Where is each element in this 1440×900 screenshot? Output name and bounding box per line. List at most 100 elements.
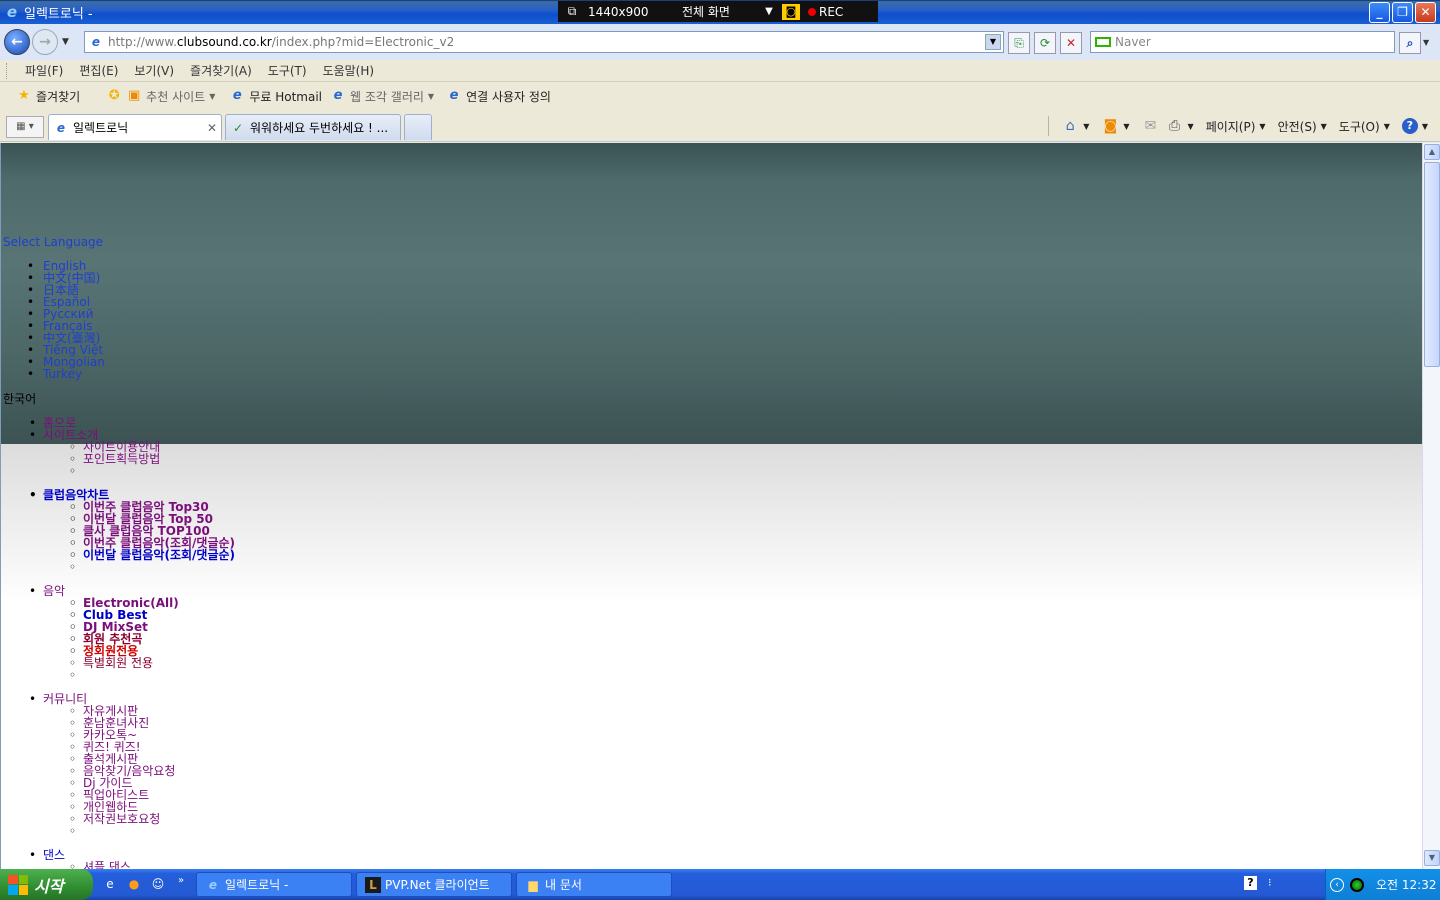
subnav-item[interactable]: 셔플 댄스 xyxy=(69,861,131,869)
compatibility-view-icon[interactable]: ⎘ xyxy=(1008,32,1030,54)
restore-window-icon[interactable]: ⧉ xyxy=(564,4,580,19)
restore-button[interactable]: ❐ xyxy=(1392,2,1413,23)
feeds-icon[interactable]: ◙ xyxy=(1101,117,1119,135)
page-icon: ✓ xyxy=(232,120,244,135)
folder-icon: ▆ xyxy=(528,877,538,892)
system-tray: ‹ 오전 12:32 xyxy=(1325,869,1440,900)
nav-item[interactable]: 커뮤니티 xyxy=(29,693,87,705)
search-options-icon[interactable]: ▼ xyxy=(1423,38,1429,47)
chevron-down-icon[interactable]: ▼ xyxy=(1384,122,1390,131)
fav-customize-links[interactable]: e 연결 사용자 정의 xyxy=(446,88,551,105)
fav-suggested-sites[interactable]: ▣ 추천 사이트 ▼ xyxy=(126,88,215,105)
close-tab-icon[interactable]: ✕ xyxy=(207,121,217,135)
help-icon[interactable]: ? xyxy=(1401,118,1418,134)
window-controls: _ ❐ ✕ xyxy=(1369,2,1436,23)
show-hidden-icons-icon[interactable]: ‹ xyxy=(1330,877,1344,892)
chevron-down-icon: ▼ xyxy=(427,91,435,101)
ie-page-icon: e xyxy=(333,88,343,103)
menu-tools[interactable]: 도구(T) xyxy=(268,62,307,79)
task-my-documents[interactable]: ▆ 내 문서 xyxy=(516,872,672,897)
address-dropdown-icon[interactable]: ▼ xyxy=(985,34,1001,50)
scroll-up-button[interactable]: ▲ xyxy=(1424,144,1440,160)
toolbar-grip[interactable] xyxy=(6,62,9,79)
history-dropdown-icon[interactable]: ▼ xyxy=(62,37,69,47)
add-star-icon: ✪ xyxy=(108,88,120,103)
close-button[interactable]: ✕ xyxy=(1415,2,1436,23)
record-button[interactable]: REC xyxy=(808,5,843,19)
scroll-thumb[interactable] xyxy=(1424,162,1440,367)
subnav-item[interactable]: 포인트획득방법 xyxy=(69,453,160,465)
subnav-item[interactable]: 이번달 클럽음악(조회/댓글순) xyxy=(69,549,235,561)
tab-bar: ▦ ▾ e 일렉트로닉 ✕ ✓ 워워하세요 두번하세요 ! ... ⌂ ▼ ◙ … xyxy=(0,110,1440,142)
menu-favorites[interactable]: 즐겨찾기(A) xyxy=(190,62,252,79)
address-input[interactable]: e http://www.clubsound.co.kr/index.php?m… xyxy=(84,31,1004,53)
chevron-down-icon[interactable]: ▼ xyxy=(1083,122,1089,131)
window-title: 일렉트로닉 - xyxy=(24,6,93,22)
current-language: 한국어 xyxy=(3,392,37,406)
ie-quicklaunch-icon[interactable]: e xyxy=(102,876,118,892)
chevron-down-icon[interactable]: ▼ xyxy=(1422,122,1428,131)
record-label: REC xyxy=(819,4,844,19)
ie-page-icon: e xyxy=(232,88,242,103)
firefox-icon[interactable]: ● xyxy=(126,876,142,892)
chevron-down-icon[interactable]: ▼ xyxy=(1321,122,1327,131)
language-bar-icon[interactable]: ⁝ xyxy=(1268,876,1272,889)
select-language-link[interactable]: Select Language xyxy=(3,236,103,248)
divider xyxy=(1048,116,1050,136)
tab-electronic[interactable]: e 일렉트로닉 ✕ xyxy=(48,114,222,140)
stop-icon[interactable]: ✕ xyxy=(1060,32,1082,54)
search-input[interactable]: Naver xyxy=(1090,31,1395,53)
chevron-down-icon[interactable]: ▼ xyxy=(1123,122,1129,131)
window-titlebar[interactable]: e 일렉트로닉 - ⧉ 1440x900 전체 화면 ▼ ◙ REC _ ❐ ✕ xyxy=(0,0,1440,24)
recorder-toolbar[interactable]: ⧉ 1440x900 전체 화면 ▼ ◙ REC xyxy=(558,1,878,22)
tools-menu[interactable]: 도구(O) xyxy=(1339,118,1380,135)
status-tray-icon[interactable] xyxy=(1350,877,1364,892)
search-button[interactable]: ⌕ xyxy=(1399,32,1421,54)
windows-logo-icon xyxy=(8,874,28,895)
clock: 오전 12:32 xyxy=(1376,878,1437,892)
chevron-down-icon[interactable]: ▼ xyxy=(1259,122,1265,131)
refresh-icon[interactable]: ⟳ xyxy=(1034,32,1056,54)
nav-item[interactable]: 댄스 xyxy=(29,849,65,861)
menu-edit[interactable]: 편집(E) xyxy=(79,62,118,79)
recorder-fullscreen-label[interactable]: 전체 화면 xyxy=(682,3,762,20)
tab-second[interactable]: ✓ 워워하세요 두번하세요 ! ... xyxy=(225,114,401,140)
quick-tabs-button[interactable]: ▦ ▾ xyxy=(6,116,44,138)
lol-icon: L xyxy=(365,876,381,893)
mail-icon[interactable]: ✉ xyxy=(1142,117,1160,135)
menu-help[interactable]: 도움말(H) xyxy=(323,62,375,79)
subnav-item[interactable]: 특별회원 전용 xyxy=(69,657,153,669)
fav-hotmail[interactable]: e 무료 Hotmail xyxy=(229,88,322,105)
page-menu[interactable]: 페이지(P) xyxy=(1206,118,1256,135)
nav-item[interactable]: 음악 xyxy=(29,585,65,597)
ie-page-icon: e xyxy=(91,35,101,49)
minimize-button[interactable]: _ xyxy=(1369,2,1390,23)
favorites-button[interactable]: ★ 즐겨찾기 xyxy=(16,88,80,105)
messenger-icon[interactable]: ☺ xyxy=(150,876,166,892)
star-icon: ★ xyxy=(18,88,30,103)
new-tab-button[interactable] xyxy=(404,114,432,140)
language-option[interactable]: Turkey xyxy=(27,368,105,380)
menu-view[interactable]: 보기(V) xyxy=(134,62,174,79)
print-icon[interactable]: ⎙ xyxy=(1166,117,1184,135)
chevron-down-icon[interactable]: ▼ xyxy=(1188,122,1194,131)
start-button[interactable]: 시작 xyxy=(0,869,93,900)
scroll-down-button[interactable]: ▼ xyxy=(1424,850,1440,866)
subnav-item[interactable]: 저작권보호요청 xyxy=(69,813,160,825)
back-button[interactable]: ← xyxy=(4,29,30,55)
safety-menu[interactable]: 안전(S) xyxy=(1278,118,1317,135)
fav-web-slice-gallery[interactable]: e 웹 조각 갤러리 ▼ xyxy=(330,88,434,105)
task-ie[interactable]: e 일렉트로닉 - xyxy=(196,872,352,897)
task-pvp[interactable]: L PVP.Net 클라이언트 xyxy=(356,872,512,897)
chevron-down-icon[interactable]: ▼ xyxy=(762,6,776,17)
camera-icon[interactable]: ◙ xyxy=(782,3,800,20)
vertical-scrollbar[interactable]: ▲ ▼ xyxy=(1422,143,1440,869)
quick-launch-more-icon[interactable]: » xyxy=(178,875,184,886)
home-icon[interactable]: ⌂ xyxy=(1061,117,1079,135)
menu-bar: 파일(F) 편집(E) 보기(V) 즐겨찾기(A) 도구(T) 도움말(H) xyxy=(0,60,1440,82)
forward-button[interactable]: → xyxy=(32,29,58,55)
add-favorite-button[interactable]: ✪ xyxy=(106,88,126,104)
help-tray-icon[interactable]: ? xyxy=(1244,876,1257,890)
menu-file[interactable]: 파일(F) xyxy=(25,62,63,79)
record-dot-icon xyxy=(808,7,816,16)
